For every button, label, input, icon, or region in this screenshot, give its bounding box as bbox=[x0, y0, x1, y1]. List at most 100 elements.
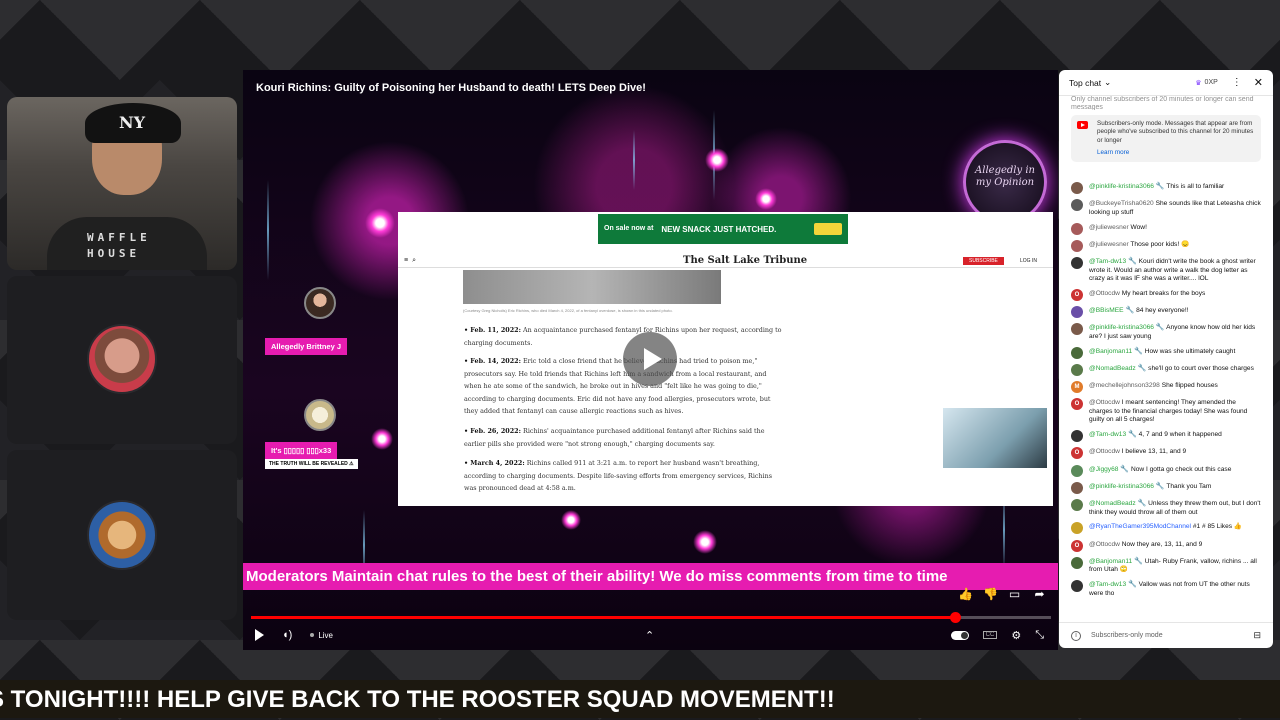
avatar[interactable] bbox=[1071, 464, 1083, 477]
chat-text: This is all to familiar bbox=[1166, 183, 1225, 190]
chat-author[interactable]: @NomadBeadz bbox=[1089, 500, 1136, 507]
chat-author[interactable]: @Tam-dw13 bbox=[1089, 431, 1126, 438]
avatar[interactable] bbox=[1071, 556, 1083, 569]
progress-bar[interactable] bbox=[251, 612, 1051, 623]
chat-message[interactable]: O @Ottocdw Now they are, 13, 11, and 9 bbox=[1071, 539, 1261, 552]
ad-banner: On sale now at NEW SNACK JUST HATCHED. bbox=[598, 214, 848, 244]
chat-author[interactable]: @RyanTheGamer395ModChannel bbox=[1089, 523, 1191, 530]
gear-icon[interactable]: ⚙ bbox=[1011, 629, 1021, 642]
chat-author[interactable]: @mechellejohnson3298 bbox=[1089, 382, 1160, 389]
chat-author[interactable]: @Tam-dw13 bbox=[1089, 581, 1126, 588]
avatar[interactable] bbox=[1071, 430, 1083, 443]
avatar[interactable]: O bbox=[1071, 288, 1083, 301]
more-options-icon[interactable]: ⋮ bbox=[1232, 77, 1242, 88]
avatar[interactable] bbox=[1071, 199, 1083, 212]
chat-message[interactable]: O @Ottocdw My heart breaks for the boys bbox=[1071, 288, 1261, 301]
avatar[interactable]: M bbox=[1071, 381, 1083, 394]
chat-message[interactable]: @juliewesner Wow! bbox=[1071, 222, 1261, 235]
chat-author[interactable]: @BBisMEE bbox=[1089, 307, 1124, 314]
chat-message[interactable]: M @mechellejohnson3298 She flipped houses bbox=[1071, 381, 1261, 394]
menu-icon: ≡ bbox=[404, 257, 409, 264]
article-image bbox=[463, 270, 721, 304]
chat-message[interactable]: O @Ottocdw I meant sentencing! They amend… bbox=[1071, 398, 1261, 425]
chat-message[interactable]: @pinklife-kristina3066 🔧 Thank you Tam bbox=[1071, 481, 1261, 494]
volume-icon[interactable]: ◖) bbox=[282, 629, 292, 641]
chat-messages[interactable]: @pinklife-kristina3066 🔧 This is all to … bbox=[1059, 181, 1273, 621]
wrench-icon: 🔧 bbox=[1153, 324, 1165, 332]
avatar[interactable] bbox=[1071, 182, 1083, 194]
chat-message[interactable]: @RyanTheGamer395ModChannel #1 # 85 Likes… bbox=[1071, 522, 1261, 535]
avatar[interactable]: O bbox=[1071, 398, 1083, 411]
chat-author[interactable]: @Ottocdw bbox=[1089, 448, 1120, 455]
avatar[interactable] bbox=[1071, 498, 1083, 511]
chat-author[interactable]: @Ottocdw bbox=[1089, 399, 1120, 406]
chat-author[interactable]: @pinklife-kristina3066 bbox=[1089, 324, 1154, 331]
chat-author[interactable]: @Banjoman11 bbox=[1089, 348, 1132, 355]
chat-author[interactable]: @BuckeyeTrisha0620 bbox=[1089, 200, 1154, 207]
chat-message[interactable]: O @Ottocdw I believe 13, 11, and 9 bbox=[1071, 447, 1261, 460]
chat-message[interactable]: @NomadBeadz 🔧 Unless they threw them out… bbox=[1071, 498, 1261, 517]
chat-author[interactable]: @NomadBeadz bbox=[1089, 365, 1136, 372]
info-icon[interactable]: i bbox=[1071, 630, 1081, 641]
chat-author[interactable]: @Jiggy68 bbox=[1089, 466, 1118, 473]
avatar[interactable] bbox=[1071, 323, 1083, 336]
avatar[interactable] bbox=[1071, 256, 1083, 269]
chat-message[interactable]: @BBisMEE 🔧 84 hey everyone!! bbox=[1071, 306, 1261, 319]
avatar[interactable]: O bbox=[1071, 447, 1083, 460]
play-icon[interactable] bbox=[255, 629, 264, 641]
chat-author[interactable]: @Tam-dw13 bbox=[1089, 258, 1126, 265]
avatar[interactable] bbox=[1071, 580, 1083, 593]
fullscreen-icon[interactable]: ⤡ bbox=[1035, 629, 1044, 642]
autoplay-toggle[interactable] bbox=[950, 630, 969, 640]
timeline-paragraph: • Feb. 11, 2022: An acquaintance purchas… bbox=[464, 326, 782, 347]
light-orb bbox=[365, 208, 395, 238]
chat-author[interactable]: @Ottocdw bbox=[1089, 290, 1120, 297]
chat-message[interactable]: @Banjoman11 🔧 How was she ultimately cau… bbox=[1071, 346, 1261, 359]
chat-mode-dropdown[interactable]: Top chat ⌄ bbox=[1069, 77, 1111, 88]
avatar[interactable]: O bbox=[1071, 539, 1083, 552]
chat-header: Top chat ⌄ ♛ 0XP ⋮ ✕ bbox=[1059, 70, 1273, 96]
chat-message[interactable]: @pinklife-kristina3066 🔧 Anyone know how… bbox=[1071, 323, 1261, 341]
chat-author[interactable]: @pinklife-kristina3066 bbox=[1089, 483, 1154, 490]
chat-message[interactable]: @Tam-dw13 🔧 Kouri didn't write the book … bbox=[1071, 256, 1261, 284]
dislike-icon[interactable]: 👎 bbox=[983, 588, 998, 601]
chat-text: Wow! bbox=[1130, 223, 1147, 231]
crown-icon: ♛ bbox=[1195, 79, 1202, 87]
chat-input[interactable]: Subscribers-only mode bbox=[1091, 632, 1163, 639]
like-icon[interactable]: 👍 bbox=[958, 588, 973, 601]
chevron-up-icon[interactable]: ⌃ bbox=[645, 629, 654, 642]
chat-author[interactable]: @juliewesner bbox=[1089, 241, 1129, 248]
live-indicator[interactable]: Live bbox=[310, 631, 333, 640]
chat-message[interactable]: @Jiggy68 🔧 Now I gotta go check out this… bbox=[1071, 464, 1261, 477]
avatar[interactable] bbox=[1071, 522, 1083, 535]
monetization-icon[interactable]: ⊟ bbox=[1253, 630, 1261, 641]
avatar[interactable] bbox=[1071, 239, 1083, 252]
chat-message[interactable]: @Banjoman11 🔧 Utah- Ruby Frank, vallow, … bbox=[1071, 556, 1261, 575]
comment-icon[interactable]: ▭ bbox=[1008, 588, 1021, 601]
chat-author[interactable]: @Ottocdw bbox=[1089, 541, 1120, 548]
chat-message[interactable]: @NomadBeadz 🔧 she'll go to court over th… bbox=[1071, 363, 1261, 376]
chat-message[interactable]: @Tam-dw13 🔧 4, 7 and 9 when it happened bbox=[1071, 430, 1261, 443]
captions-icon[interactable]: CC bbox=[982, 631, 998, 639]
chat-message[interactable]: @Tam-dw13 🔧 Vallow was not from UT the o… bbox=[1071, 580, 1261, 598]
big-play-button[interactable] bbox=[623, 332, 677, 386]
avatar[interactable] bbox=[1071, 363, 1083, 376]
chat-message[interactable]: @pinklife-kristina3066 🔧 This is all to … bbox=[1071, 182, 1261, 194]
wrench-icon: 🔧 bbox=[1132, 557, 1143, 565]
chat-author[interactable]: @Banjoman11 bbox=[1089, 558, 1132, 565]
avatar[interactable] bbox=[1071, 346, 1083, 359]
video-player[interactable]: Kouri Richins: Guilty of Poisoning her H… bbox=[243, 70, 1058, 650]
chat-message[interactable]: @juliewesner Those poor kids! 😞 bbox=[1071, 239, 1261, 252]
close-icon[interactable]: ✕ bbox=[1254, 76, 1263, 89]
avatar[interactable] bbox=[1071, 222, 1083, 235]
chat-author[interactable]: @juliewesner bbox=[1089, 224, 1129, 231]
chat-message[interactable]: @BuckeyeTrisha0620 She sounds like that … bbox=[1071, 199, 1261, 217]
share-icon[interactable]: ➦ bbox=[1033, 588, 1046, 601]
avatar[interactable] bbox=[1071, 481, 1083, 494]
chat-author[interactable]: @pinklife-kristina3066 bbox=[1089, 183, 1154, 190]
learn-more-link[interactable]: Learn more bbox=[1097, 149, 1255, 157]
xp-badge[interactable]: ♛ 0XP bbox=[1195, 79, 1218, 87]
avatar[interactable] bbox=[1071, 306, 1083, 319]
subscribe-button: SUBSCRIBE bbox=[963, 256, 1004, 265]
guest-avatar bbox=[87, 324, 157, 394]
